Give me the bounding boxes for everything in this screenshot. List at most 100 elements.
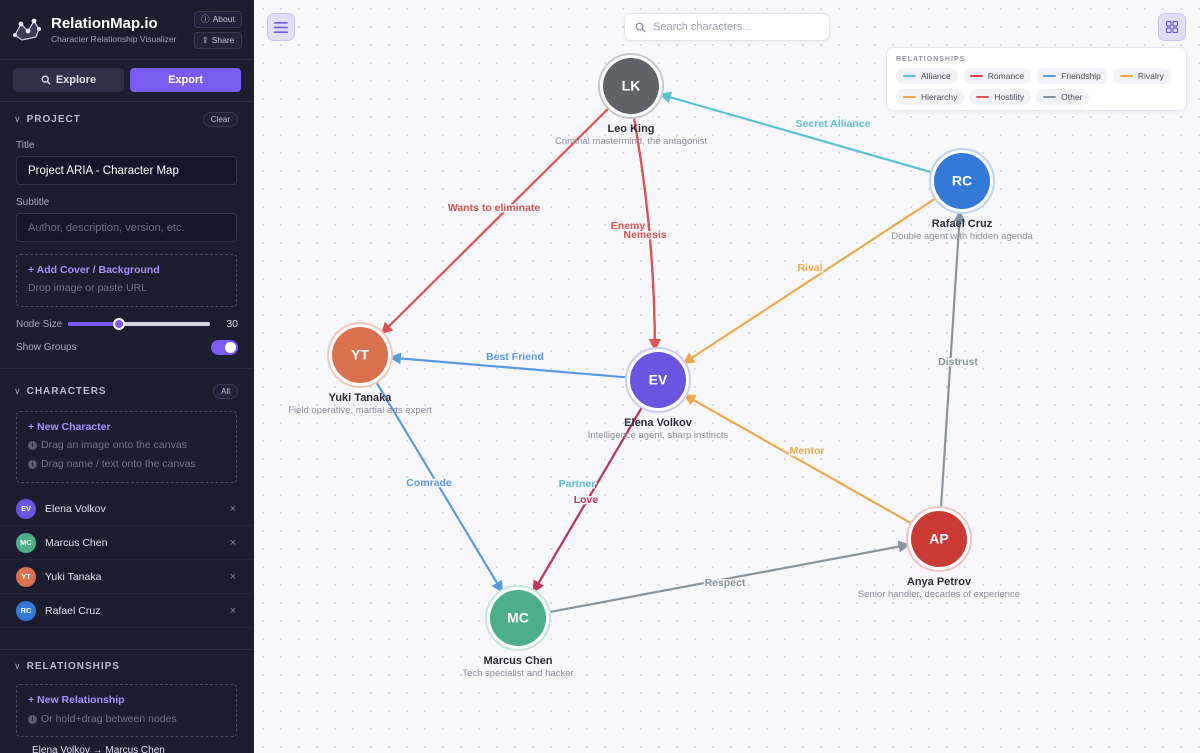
node-name: Marcus Chen	[483, 655, 552, 667]
node-name: Yuki Tanaka	[329, 392, 393, 404]
character-list: EV Elena Volkov × MC Marcus Chen × YT Yuki Tana…	[0, 492, 254, 628]
edge-label[interactable]: Wants to eliminate	[446, 200, 542, 215]
characters-section-label: CHARACTERS	[26, 385, 107, 397]
title-input[interactable]: Project ARIA - Character Map	[16, 156, 237, 185]
character-row[interactable]: RC Rafael Cruz ×	[0, 594, 254, 628]
divider	[0, 649, 254, 650]
edge-label[interactable]: Respect	[703, 575, 747, 590]
project-section-header[interactable]: ∨ PROJECT Clear	[0, 104, 254, 134]
all-filter-button[interactable]: All	[213, 383, 238, 399]
node-size-slider-handle[interactable]	[113, 318, 126, 330]
share-icon: ⇪	[201, 34, 209, 45]
edge-label[interactable]: Rival	[796, 260, 824, 275]
show-groups-toggle[interactable]	[211, 339, 238, 355]
show-groups-row: Show Groups	[0, 338, 254, 356]
node-description: Tech specialist and hacker	[462, 668, 573, 679]
character-hint-text: i Drag name / text onto the canvas	[28, 458, 225, 470]
relationship-item[interactable]: Elena Volkov → Marcus Chen	[0, 745, 254, 753]
clear-button[interactable]: Clear	[202, 111, 238, 127]
info-icon: i	[28, 440, 37, 450]
character-hint-image: i Drag an image onto the canvas	[28, 439, 225, 451]
avatar: MC	[16, 532, 36, 553]
characters-section-header[interactable]: ∨ CHARACTERS All	[0, 376, 254, 406]
nodes-layer: LK Leo KingCriminal mastermind, the antag…	[288, 53, 1033, 679]
character-row[interactable]: YT Yuki Tanaka ×	[0, 560, 254, 594]
add-cover-link[interactable]: + Add Cover / Background	[28, 264, 225, 276]
app-logo-icon	[13, 18, 41, 41]
title-label: Title	[16, 140, 35, 151]
chevron-down-icon: ∨	[14, 385, 21, 396]
info-icon: i	[28, 714, 37, 724]
node-initials: AP	[929, 531, 948, 547]
explore-button[interactable]: Explore	[13, 68, 124, 92]
hint-text: Drag name / text onto the canvas	[41, 458, 196, 470]
relationship-edge[interactable]	[685, 197, 936, 363]
brand-header: RelationMap.io Character Relationship Vi…	[0, 0, 254, 60]
edge-label[interactable]: Nemesis	[622, 227, 668, 242]
relationships-section-label: RELATIONSHIPS	[26, 660, 120, 672]
graph-canvas[interactable]: Search characters... RELATIONSHIPS Allia…	[254, 0, 1200, 753]
node-size-slider[interactable]	[68, 318, 210, 330]
relationship-hint: i Or hold+drag between nodes	[28, 713, 225, 725]
character-node[interactable]: MC Marcus ChenTech specialist and hacker	[462, 585, 574, 679]
character-node[interactable]: RC Rafael CruzDouble agent with hidden ag…	[891, 148, 1033, 242]
node-description: Criminal mastermind, the antagonist	[555, 136, 707, 147]
relationship-graph: LK Leo KingCriminal mastermind, the antag…	[288, 53, 1033, 679]
share-label: Share	[211, 35, 235, 45]
edge-label[interactable]: Mentor	[788, 443, 826, 458]
new-relationship-dropzone[interactable]: + New Relationship i Or hold+drag betwee…	[16, 684, 237, 737]
remove-character-icon[interactable]: ×	[230, 537, 236, 549]
relationships-section-header[interactable]: ∨ RELATIONSHIPS	[0, 651, 254, 681]
share-button[interactable]: ⇪ Share	[194, 31, 242, 49]
edge-label[interactable]: Secret Alliance	[794, 116, 872, 131]
about-button[interactable]: ⓘ About	[194, 10, 242, 28]
character-name: Elena Volkov	[45, 502, 106, 515]
character-name: Yuki Tanaka	[45, 570, 102, 583]
node-name: Rafael Cruz	[932, 218, 993, 230]
mode-switch: Explore Export	[0, 60, 254, 92]
node-name: Elena Volkov	[624, 417, 693, 429]
subtitle-input[interactable]: Author, description, version, etc.	[16, 213, 237, 242]
app-title: RelationMap.io	[51, 15, 158, 32]
subtitle-label: Subtitle	[16, 197, 50, 208]
remove-character-icon[interactable]: ×	[230, 605, 236, 617]
edge-label[interactable]: Best Friend	[485, 349, 546, 364]
cover-dropzone[interactable]: + Add Cover / Background Drop image or p…	[16, 254, 237, 307]
node-name: Anya Petrov	[907, 576, 972, 588]
node-initials: EV	[649, 372, 668, 388]
edge-label[interactable]: Love	[572, 492, 600, 507]
edge-labels-layer: Secret AllianceWants to eliminateEnemyNe…	[405, 116, 980, 590]
node-description: Senior handler, decades of experience	[858, 589, 1020, 600]
character-node[interactable]: AP Anya PetrovSenior handler, decades of …	[858, 506, 1020, 600]
node-size-value: 30	[226, 318, 238, 330]
edge-label[interactable]: Comrade	[405, 475, 454, 490]
node-size-row: Node Size 30	[0, 315, 254, 333]
node-initials: RC	[952, 173, 972, 189]
avatar: RC	[16, 600, 36, 621]
node-name: Leo King	[607, 123, 654, 135]
node-initials: MC	[507, 610, 529, 626]
node-initials: LK	[622, 78, 641, 94]
export-button[interactable]: Export	[130, 68, 241, 92]
character-node[interactable]: EV Elena VolkovIntelligence agent, sharp …	[588, 347, 729, 441]
new-relationship-link[interactable]: + New Relationship	[28, 694, 225, 706]
app-subtitle: Character Relationship Visualizer	[51, 34, 177, 44]
sidebar: RelationMap.io Character Relationship Vi…	[0, 0, 254, 753]
node-size-slider-fill	[68, 322, 120, 326]
relationship-edge[interactable]	[687, 395, 912, 525]
relationship-edge[interactable]	[663, 94, 932, 174]
new-character-link[interactable]: + New Character	[28, 421, 225, 433]
remove-character-icon[interactable]: ×	[230, 503, 236, 515]
character-name: Rafael Cruz	[45, 604, 101, 617]
node-size-label: Node Size	[16, 318, 63, 330]
character-node[interactable]: YT Yuki TanakaField operative, martial ar…	[288, 322, 432, 416]
character-row[interactable]: MC Marcus Chen ×	[0, 526, 254, 560]
character-row[interactable]: EV Elena Volkov ×	[0, 492, 254, 526]
new-character-dropzone[interactable]: + New Character i Drag an image onto the…	[16, 411, 237, 483]
chevron-down-icon: ∨	[14, 113, 21, 124]
remove-character-icon[interactable]: ×	[230, 571, 236, 583]
show-groups-label: Show Groups	[16, 341, 77, 353]
info-icon: ⓘ	[201, 14, 210, 24]
edge-label[interactable]: Partner	[557, 476, 597, 491]
edge-label[interactable]: Distrust	[937, 354, 980, 369]
